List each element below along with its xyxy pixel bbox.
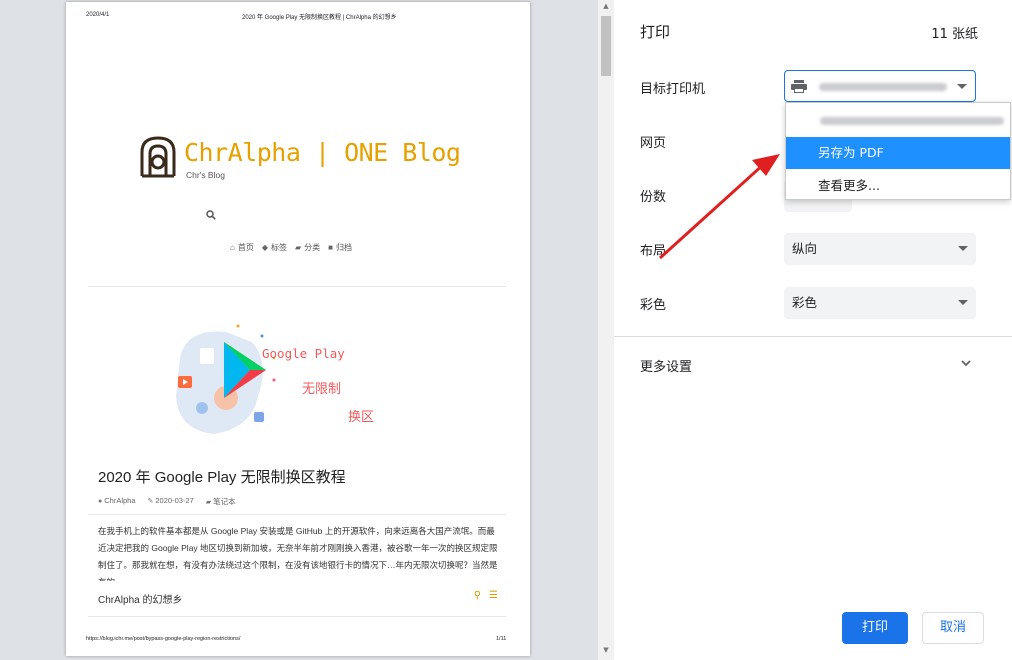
destination-dropdown: 另存为 PDF 查看更多... <box>785 102 1011 200</box>
more-settings-toggle[interactable]: 更多设置 <box>640 356 692 375</box>
color-value: 彩色 <box>792 295 818 310</box>
footer-icons: ⚲ ☰ <box>474 590 498 601</box>
scrollbar-thumb[interactable] <box>601 16 611 76</box>
nav-categories-label: 分类 <box>304 243 321 252</box>
nav-categories: ▰ 分类 <box>295 242 320 253</box>
blog-nav: ⌂ 首页 ◆ 标签 ▰ 分类 ■ 归档 <box>230 242 352 253</box>
menu-icon: ☰ <box>489 590 498 601</box>
chevron-down-icon <box>957 84 967 89</box>
post-author-text: ChrAlpha <box>104 496 136 505</box>
page-footer-number: 1/11 <box>496 636 507 642</box>
edit-icon: ✎ <box>147 498 154 505</box>
post-title: 2020 年 Google Play 无限制换区教程 <box>98 469 346 486</box>
page-header-title: 2020 年 Google Play 无限制换区教程 | ChrAlpha 的幻… <box>242 15 397 21</box>
folder-icon: ▰ <box>295 243 302 252</box>
destination-label: 目标打印机 <box>640 82 706 97</box>
blog-subtitle: Chr's Blog <box>186 170 225 180</box>
layout-value: 纵向 <box>792 241 818 256</box>
preview-page: 2020/4/1 2020 年 Google Play 无限制换区教程 | Ch… <box>66 2 530 656</box>
color-label: 彩色 <box>640 298 667 313</box>
folder-icon: ▰ <box>205 499 212 506</box>
search-icon <box>206 210 216 220</box>
print-button[interactable]: 打印 <box>842 612 908 644</box>
post-author: ● ChrAlpha <box>98 496 136 507</box>
post-body-text: 在我手机上的软件基本都是从 Google Play 安装或是 GitHub 上的… <box>98 526 498 581</box>
copies-label: 份数 <box>640 190 667 205</box>
blog-logo-text: ChrAlpha | ONE Blog <box>184 138 461 167</box>
scroll-down-arrow-icon[interactable]: ▼ <box>598 646 614 654</box>
archive-icon: ■ <box>328 243 333 252</box>
nav-tags: ◆ 标签 <box>262 242 287 253</box>
color-select[interactable]: 彩色 <box>784 287 976 319</box>
divider <box>88 514 506 515</box>
sheet-count: 11 张纸 <box>931 27 978 42</box>
page-footer-url: https://blog.ichr.me/post/bypass-google-… <box>86 636 241 642</box>
post-banner-image: Google Play 无限制 换区 <box>166 318 426 442</box>
post-category: ▰ 笔记本 <box>206 496 236 507</box>
post-date-text: 2020-03-27 <box>155 496 194 505</box>
nav-home-label: 首页 <box>237 243 254 252</box>
blog-logo-icon <box>140 136 176 178</box>
nav-tags-label: 标签 <box>271 243 287 252</box>
redacted-printer-name <box>819 83 947 91</box>
banner-text-unlimited: 无限制 <box>302 382 342 397</box>
blog-footer-bar: ChrAlpha 的幻想乡 ⚲ ☰ <box>88 582 506 616</box>
chevron-down-icon[interactable] <box>960 357 972 369</box>
banner-text-switch-region: 换区 <box>348 410 375 425</box>
nav-archive: ■ 归档 <box>328 242 352 253</box>
search-icon: ⚲ <box>473 590 482 601</box>
destination-select[interactable] <box>784 70 976 102</box>
post-date: ✎ 2020-03-27 <box>148 496 194 507</box>
cancel-button[interactable]: 取消 <box>922 612 984 644</box>
post-category-text: 笔记本 <box>213 497 236 506</box>
pages-label: 网页 <box>640 136 667 151</box>
chevron-down-icon <box>958 246 968 251</box>
printer-icon <box>791 80 807 93</box>
nav-home: ⌂ 首页 <box>230 242 254 253</box>
home-icon: ⌂ <box>230 243 235 252</box>
print-dialog-title: 打印 <box>640 23 671 41</box>
print-preview-area: 2020/4/1 2020 年 Google Play 无限制换区教程 | Ch… <box>0 0 598 660</box>
divider <box>88 286 506 287</box>
chevron-down-icon <box>958 300 968 305</box>
tags-icon: ◆ <box>261 243 268 252</box>
redacted-printer-name <box>820 117 1004 125</box>
dropdown-option-printer[interactable] <box>786 105 1010 137</box>
dropdown-option-see-more[interactable]: 查看更多... <box>786 170 1010 202</box>
banner-text-google-play: Google Play <box>262 346 345 361</box>
page-header-date: 2020/4/1 <box>86 12 110 18</box>
settings-divider <box>614 336 1012 337</box>
divider <box>88 616 506 617</box>
preview-scrollbar[interactable]: ▲ ▼ <box>598 0 614 660</box>
google-play-illustration <box>176 324 276 434</box>
blog-footer-title: ChrAlpha 的幻想乡 <box>98 595 183 606</box>
scroll-up-arrow-icon[interactable]: ▲ <box>598 2 614 10</box>
layout-select[interactable]: 纵向 <box>784 233 976 265</box>
post-meta: ● ChrAlpha ✎ 2020-03-27 ▰ 笔记本 <box>98 496 236 507</box>
user-icon: ● <box>98 498 103 505</box>
nav-archive-label: 归档 <box>336 243 352 252</box>
print-settings-panel: 打印 11 张纸 目标打印机 网页 份数 布局 纵向 彩色 彩色 更多设置 打印… <box>614 0 1012 660</box>
dropdown-option-save-as-pdf[interactable]: 另存为 PDF <box>786 137 1010 169</box>
layout-label: 布局 <box>640 244 667 259</box>
